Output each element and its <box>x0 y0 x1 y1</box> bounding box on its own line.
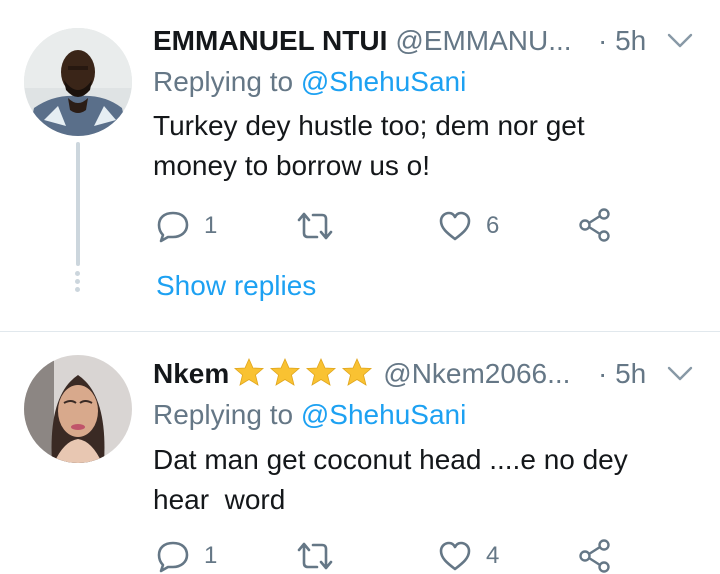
avatar[interactable] <box>24 28 132 136</box>
tweet-reply[interactable]: EMMANUEL NTUI @EMMANU... · 5h Replying to… <box>0 0 720 331</box>
tweet-text: Turkey dey hustle too; dem nor get money… <box>153 110 585 181</box>
reply-button[interactable]: 1 <box>156 208 217 244</box>
mention-link[interactable]: @ShehuSani <box>301 399 466 430</box>
display-name[interactable]: EMMANUEL NTUI <box>153 25 387 56</box>
replying-to: Replying to @ShehuSani <box>153 395 466 435</box>
replying-to-label: Replying to <box>153 399 294 430</box>
reply-icon <box>157 541 189 573</box>
retweet-icon <box>297 212 333 240</box>
share-button[interactable] <box>578 207 612 243</box>
username[interactable]: @EMMANU... <box>395 25 571 56</box>
like-count: 6 <box>486 212 500 239</box>
avatar[interactable] <box>24 355 132 463</box>
chevron-down-icon[interactable] <box>666 31 694 51</box>
replying-to-label: Replying to <box>153 66 294 97</box>
display-name[interactable]: Nkem <box>153 358 229 389</box>
reply-count: 1 <box>204 212 218 239</box>
replying-to: Replying to @ShehuSani <box>153 62 466 102</box>
tweet-reply[interactable]: Nkem @Nkem2066... · 5h Replying to @Sheh… <box>0 332 720 573</box>
heart-icon <box>439 211 471 241</box>
thread-dots <box>75 271 81 295</box>
reply-count: 1 <box>204 542 218 569</box>
chevron-down-icon[interactable] <box>666 364 694 384</box>
reply-icon <box>157 211 189 243</box>
mention-link[interactable]: @ShehuSani <box>301 66 466 97</box>
like-button[interactable]: 6 <box>438 208 499 244</box>
retweet-icon <box>297 542 333 570</box>
timestamp[interactable]: · 5h <box>598 354 646 394</box>
username[interactable]: @Nkem2066... <box>383 358 570 389</box>
show-replies-link[interactable]: Show replies <box>156 266 316 306</box>
thread-line <box>76 142 80 266</box>
share-icon <box>579 208 610 242</box>
heart-icon <box>439 541 471 571</box>
star-emoji-icons <box>234 358 373 386</box>
like-count: 4 <box>486 542 500 569</box>
retweet-button[interactable] <box>297 208 347 244</box>
tweet-text: Dat man get coconut head ....e no dey he… <box>153 444 628 515</box>
timestamp[interactable]: · 5h <box>598 21 646 61</box>
